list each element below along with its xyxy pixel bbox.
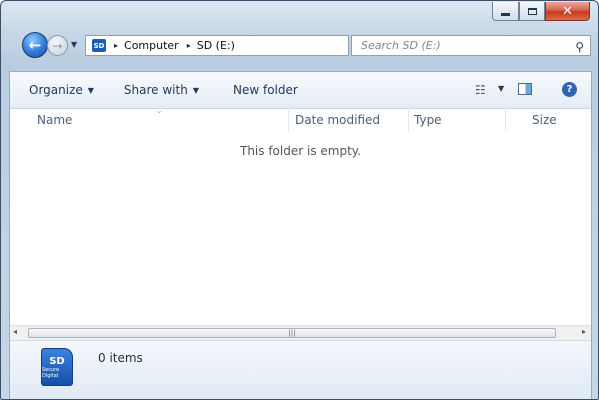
breadcrumb-computer[interactable]: Computer: [124, 39, 179, 52]
sd-card-label: SD: [49, 355, 65, 367]
empty-folder-message: This folder is empty.: [240, 144, 361, 158]
share-with-label: Share with: [123, 83, 188, 97]
recent-pages-dropdown[interactable]: ▼: [71, 40, 77, 49]
item-count: 0 items: [98, 351, 143, 365]
new-folder-button[interactable]: New folder: [233, 83, 298, 97]
horizontal-scrollbar[interactable]: ◂ ||| ▸: [10, 325, 591, 341]
column-divider[interactable]: [408, 108, 409, 132]
search-icon[interactable]: ⚲: [575, 38, 584, 57]
column-divider[interactable]: [505, 108, 506, 132]
scroll-right-icon[interactable]: ▸: [582, 327, 586, 336]
sd-card-icon: SD: [92, 39, 106, 52]
view-options-dropdown-icon[interactable]: ▼: [498, 84, 504, 93]
breadcrumb-separator-icon[interactable]: ▸: [114, 41, 118, 50]
back-arrow-icon: ←: [28, 36, 42, 54]
file-pane: Organize ▼ Share with ▼ New folder ☷ ▼ ?…: [9, 71, 592, 399]
close-icon: ✕: [562, 3, 573, 19]
back-button[interactable]: ←: [22, 32, 48, 58]
column-size[interactable]: Size: [532, 113, 557, 127]
organize-label: Organize: [29, 83, 83, 97]
column-divider[interactable]: [288, 108, 289, 132]
column-name[interactable]: Name: [37, 113, 72, 127]
maximize-button[interactable]: [519, 2, 545, 21]
sort-indicator-icon: ⌄: [156, 106, 163, 115]
grip-icon: |||: [288, 329, 296, 337]
search-placeholder[interactable]: Search SD (E:): [361, 39, 441, 52]
column-header: Name ⌄ Date modified Type Size: [10, 106, 591, 132]
help-icon[interactable]: ?: [562, 82, 577, 97]
minimize-icon: [501, 12, 510, 16]
change-view-icon[interactable]: ☷: [475, 83, 486, 97]
forward-arrow-icon: →: [52, 38, 63, 53]
address-bar[interactable]: SD ▸ Computer ▸ SD (E:) ▼ ↻: [85, 35, 418, 56]
navigation-bar: ← → ▼ SD ▸ Computer ▸ SD (E:) ▼ ↻ Search…: [1, 28, 598, 62]
chevron-down-icon: ▼: [192, 85, 199, 95]
title-bar[interactable]: ✕: [1, 1, 598, 27]
breadcrumb-sd-drive[interactable]: SD (E:): [197, 39, 235, 52]
sd-card-sublabel: Secure Digital: [42, 366, 60, 379]
sd-card-icon: SD Secure Digital: [41, 348, 73, 386]
preview-pane-icon[interactable]: [518, 83, 532, 95]
breadcrumb-separator-icon[interactable]: ▸: [187, 41, 191, 50]
command-bar: Organize ▼ Share with ▼ New folder ☷ ▼ ?: [10, 72, 591, 109]
column-date-modified[interactable]: Date modified: [295, 113, 380, 127]
new-folder-label: New folder: [232, 83, 298, 97]
maximize-icon: [527, 7, 537, 15]
minimize-button[interactable]: [492, 2, 519, 21]
close-button[interactable]: ✕: [545, 2, 590, 21]
share-with-button[interactable]: Share with ▼: [124, 83, 199, 97]
chevron-down-icon: ▼: [87, 85, 94, 95]
search-box[interactable]: Search SD (E:) ⚲: [351, 35, 591, 56]
column-type[interactable]: Type: [414, 113, 442, 127]
scrollbar-thumb[interactable]: |||: [28, 328, 556, 338]
organize-button[interactable]: Organize ▼: [29, 83, 94, 97]
forward-button[interactable]: →: [47, 35, 68, 56]
details-pane: SD Secure Digital 0 items: [10, 340, 591, 399]
scroll-left-icon[interactable]: ◂: [13, 327, 17, 336]
explorer-window: ✕ ← → ▼ SD ▸ Computer ▸ SD (E:) ▼ ↻ Sear…: [0, 0, 599, 400]
